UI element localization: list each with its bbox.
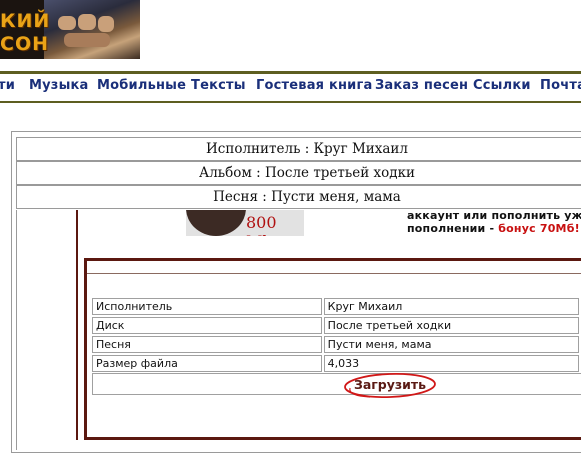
- ad-text-line1: аккаунт или пополнить уже с: [407, 209, 581, 222]
- nav-link-song-order[interactable]: Заказ песен: [375, 78, 468, 93]
- logo-text-line1: КИЙ: [0, 10, 51, 32]
- nav-link-music[interactable]: Музыка: [29, 78, 89, 93]
- nav-link-links[interactable]: Ссылки: [473, 78, 531, 93]
- ad-size-label: 800 Mb: [246, 213, 277, 236]
- nav-link-mobile[interactable]: Мобильные: [97, 78, 186, 93]
- table-row: Песня Пусти меня, мама: [92, 336, 579, 353]
- fist-image: [44, 0, 140, 59]
- nav-link-partial[interactable]: ти: [0, 78, 15, 93]
- download-button[interactable]: Загрузить: [342, 372, 438, 399]
- frame-inner-rule: [87, 273, 581, 274]
- storage-ad-banner[interactable]: 800 Mb: [186, 210, 304, 236]
- site-logo[interactable]: КИЙ СОН: [0, 0, 140, 59]
- nav-link-lyrics[interactable]: Тексты: [191, 78, 246, 93]
- table-row: Диск После третьей ходки: [92, 317, 579, 334]
- nav-link-guestbook[interactable]: Гостевая книга: [256, 78, 372, 93]
- detail-value-filesize: 4,033: [323, 355, 579, 372]
- file-details-table: Исполнитель Круг Михаил Диск После треть…: [90, 296, 581, 374]
- artist-header: Исполнитель : Круг Михаил: [16, 137, 581, 161]
- detail-value-song: Пусти меня, мама: [323, 336, 579, 353]
- table-row: Размер файла 4,033: [92, 355, 579, 372]
- ad-text-prefix: пополнении -: [407, 222, 499, 235]
- detail-value-disc: После третьей ходки: [323, 317, 579, 334]
- file-details: Исполнитель Круг Михаил Диск После треть…: [90, 296, 581, 374]
- album-header: Альбом : После третьей ходки: [16, 161, 581, 185]
- detail-key-artist: Исполнитель: [92, 298, 322, 315]
- detail-value-artist: Круг Михаил: [323, 298, 579, 315]
- download-label: Загрузить: [353, 377, 427, 392]
- ad-bonus-text: бонус 70Мб!!!: [498, 222, 581, 235]
- nav-bottom-rule: [0, 101, 581, 103]
- left-column: [16, 210, 78, 450]
- ad-text-line2: пополнении - бонус 70Мб!!!: [407, 222, 581, 235]
- song-header: Песня : Пусти меня, мама: [16, 185, 581, 209]
- detail-key-song: Песня: [92, 336, 322, 353]
- detail-key-filesize: Размер файла: [92, 355, 322, 372]
- detail-key-disc: Диск: [92, 317, 322, 334]
- column-divider: [76, 210, 78, 440]
- nav-link-mail[interactable]: Почта: [540, 78, 581, 93]
- logo-text-line2: СОН: [0, 33, 49, 55]
- download-cell: [92, 373, 581, 395]
- table-row: Исполнитель Круг Михаил: [92, 298, 579, 315]
